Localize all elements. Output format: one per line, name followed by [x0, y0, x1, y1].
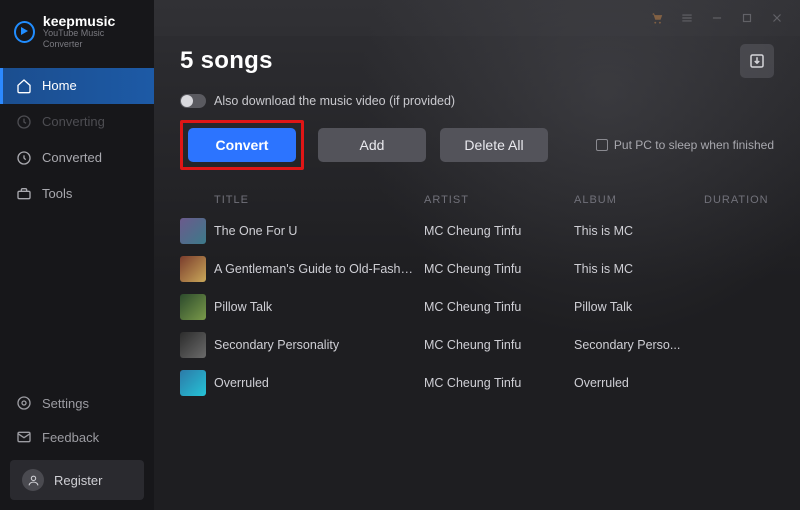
track-artist: MC Cheung Tinfu — [424, 262, 574, 276]
gear-icon — [16, 395, 32, 411]
brand-name: keepmusic — [43, 14, 140, 28]
track-artist: MC Cheung Tinfu — [424, 300, 574, 314]
table-row[interactable]: Pillow Talk MC Cheung Tinfu Pillow Talk — [180, 288, 774, 326]
track-album: Secondary Perso... — [574, 338, 704, 352]
track-title: Secondary Personality — [214, 338, 424, 352]
user-icon — [22, 469, 44, 491]
sidebar-item-label: Converting — [42, 114, 105, 129]
clock-icon — [16, 150, 32, 166]
sleep-checkbox[interactable] — [596, 139, 608, 151]
track-thumb-icon — [180, 370, 206, 396]
col-duration: DURATION — [704, 194, 774, 206]
table-row[interactable]: A Gentleman's Guide to Old-Fashioned D..… — [180, 250, 774, 288]
mail-icon — [16, 429, 32, 445]
track-thumb-icon — [180, 332, 206, 358]
download-video-label: Also download the music video (if provid… — [214, 94, 455, 108]
action-row: Convert Add Delete All Put PC to sleep w… — [180, 120, 774, 170]
sidebar-item-tools[interactable]: Tools — [0, 176, 154, 212]
main-pane: 5 songs Also download the music video (i… — [154, 0, 800, 510]
sleep-label: Put PC to sleep when finished — [614, 138, 774, 152]
track-artist: MC Cheung Tinfu — [424, 224, 574, 238]
toolbox-icon — [16, 186, 32, 202]
content: 5 songs Also download the music video (i… — [154, 36, 800, 510]
sidebar-item-converting[interactable]: Converting — [0, 104, 154, 140]
track-title: Overruled — [214, 376, 424, 390]
sidebar-item-label: Tools — [42, 186, 72, 201]
register-label: Register — [54, 473, 102, 488]
col-title: TITLE — [214, 194, 424, 206]
track-thumb-icon — [180, 256, 206, 282]
home-icon — [16, 78, 32, 94]
track-album: This is MC — [574, 262, 704, 276]
sidebar-item-feedback[interactable]: Feedback — [0, 420, 154, 454]
brand-subtitle: YouTube Music Converter — [43, 28, 140, 50]
sleep-option: Put PC to sleep when finished — [596, 138, 774, 152]
page-title: 5 songs — [180, 47, 273, 75]
download-video-toggle-row: Also download the music video (if provid… — [180, 94, 774, 108]
table-row[interactable]: Secondary Personality MC Cheung Tinfu Se… — [180, 326, 774, 364]
sidebar-item-converted[interactable]: Converted — [0, 140, 154, 176]
add-button[interactable]: Add — [318, 128, 426, 162]
sidebar-item-home[interactable]: Home — [0, 68, 154, 104]
progress-icon — [16, 114, 32, 130]
table-header: TITLE ARTIST ALBUM DURATION — [180, 188, 774, 212]
sidebar: keepmusic YouTube Music Converter Home C… — [0, 0, 154, 510]
col-artist: ARTIST — [424, 194, 574, 206]
table-row[interactable]: Overruled MC Cheung Tinfu Overruled — [180, 364, 774, 402]
download-video-toggle[interactable] — [180, 94, 206, 108]
brand: keepmusic YouTube Music Converter — [0, 0, 154, 62]
track-title: Pillow Talk — [214, 300, 424, 314]
track-table: TITLE ARTIST ALBUM DURATION The One For … — [180, 188, 774, 402]
col-album: ALBUM — [574, 194, 704, 206]
track-title: The One For U — [214, 224, 424, 238]
sidebar-item-label: Home — [42, 78, 77, 93]
track-thumb-icon — [180, 294, 206, 320]
delete-all-button[interactable]: Delete All — [440, 128, 548, 162]
highlight-convert: Convert — [180, 120, 304, 170]
sidebar-item-settings[interactable]: Settings — [0, 386, 154, 420]
track-album: Overruled — [574, 376, 704, 390]
app-logo-icon — [14, 21, 35, 43]
sidebar-item-label: Converted — [42, 150, 102, 165]
convert-button[interactable]: Convert — [188, 128, 296, 162]
track-thumb-icon — [180, 218, 206, 244]
track-artist: MC Cheung Tinfu — [424, 376, 574, 390]
table-row[interactable]: The One For U MC Cheung Tinfu This is MC — [180, 212, 774, 250]
sidebar-item-label: Feedback — [42, 430, 99, 445]
sidebar-bottom: Settings Feedback Register — [0, 386, 154, 510]
track-album: This is MC — [574, 224, 704, 238]
track-artist: MC Cheung Tinfu — [424, 338, 574, 352]
track-album: Pillow Talk — [574, 300, 704, 314]
register-button[interactable]: Register — [10, 460, 144, 500]
track-title: A Gentleman's Guide to Old-Fashioned D..… — [214, 262, 424, 276]
primary-nav: Home Converting Converted Tools — [0, 62, 154, 212]
import-button[interactable] — [740, 44, 774, 78]
app-window: keepmusic YouTube Music Converter Home C… — [0, 0, 800, 510]
sidebar-item-label: Settings — [42, 396, 89, 411]
